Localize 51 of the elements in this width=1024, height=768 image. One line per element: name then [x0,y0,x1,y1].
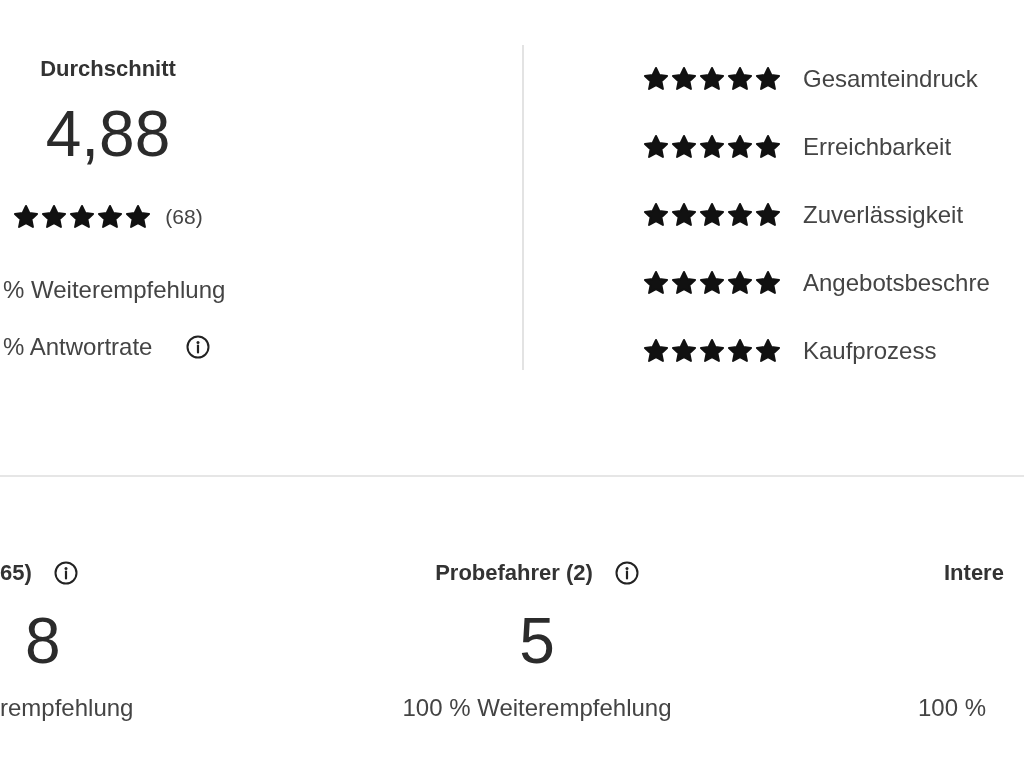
star-icon [755,133,781,160]
star-icon [69,204,96,230]
star-icon [671,337,697,364]
info-icon[interactable] [614,561,639,585]
star-icon [727,65,753,92]
stat-text: % Antwortrate [3,332,153,362]
star-icon [671,133,697,160]
recommendation-text: 100 % [918,693,987,723]
criterion-label: Erreichbarkeit [803,131,952,162]
star-icon [97,204,124,230]
star-icon [643,133,669,160]
group-title: 65) [0,559,32,587]
recommendation-text: rempfehlung [0,693,134,723]
group-title: Probefahrer (2) [435,559,593,587]
star-icon [643,337,669,364]
star-icon [125,204,152,230]
star-icon [755,65,781,92]
average-title: Durchschnitt [40,55,176,83]
star-icon [671,201,697,228]
star-icon [41,204,68,230]
star-icon [699,65,725,92]
star-icon [755,337,781,364]
stat-text: % Weiterempfehlung [3,275,226,305]
star-icon [727,269,753,296]
star-icon [699,133,725,160]
star-icon [699,269,725,296]
star-icon [755,201,781,228]
star-icon [699,201,725,228]
star-icon [643,269,669,296]
star-icon [13,204,40,230]
star-icon [671,65,697,92]
group-score: 5 [519,606,555,676]
star-icon [727,337,753,364]
group-title: Intere [944,559,1004,587]
criterion-label: Angebotsbeschre [803,267,990,298]
star-icon [671,269,697,296]
group-score: 8 [25,606,61,676]
average-score: 4,88 [45,99,171,169]
star-icon [643,65,669,92]
review-count: (68) [165,204,203,230]
star-icon [727,133,753,160]
criterion-label: Zuverlässigkeit [803,199,964,230]
recommendation-text: 100 % Weiterempfehlung [402,693,672,723]
star-icon [643,201,669,228]
info-icon[interactable] [53,561,78,585]
star-icon [755,269,781,296]
info-icon[interactable] [186,335,211,359]
star-icon [727,201,753,228]
criterion-label: Gesamteindruck [803,63,978,94]
star-icon [699,337,725,364]
criterion-label: Kaufprozess [803,335,937,366]
